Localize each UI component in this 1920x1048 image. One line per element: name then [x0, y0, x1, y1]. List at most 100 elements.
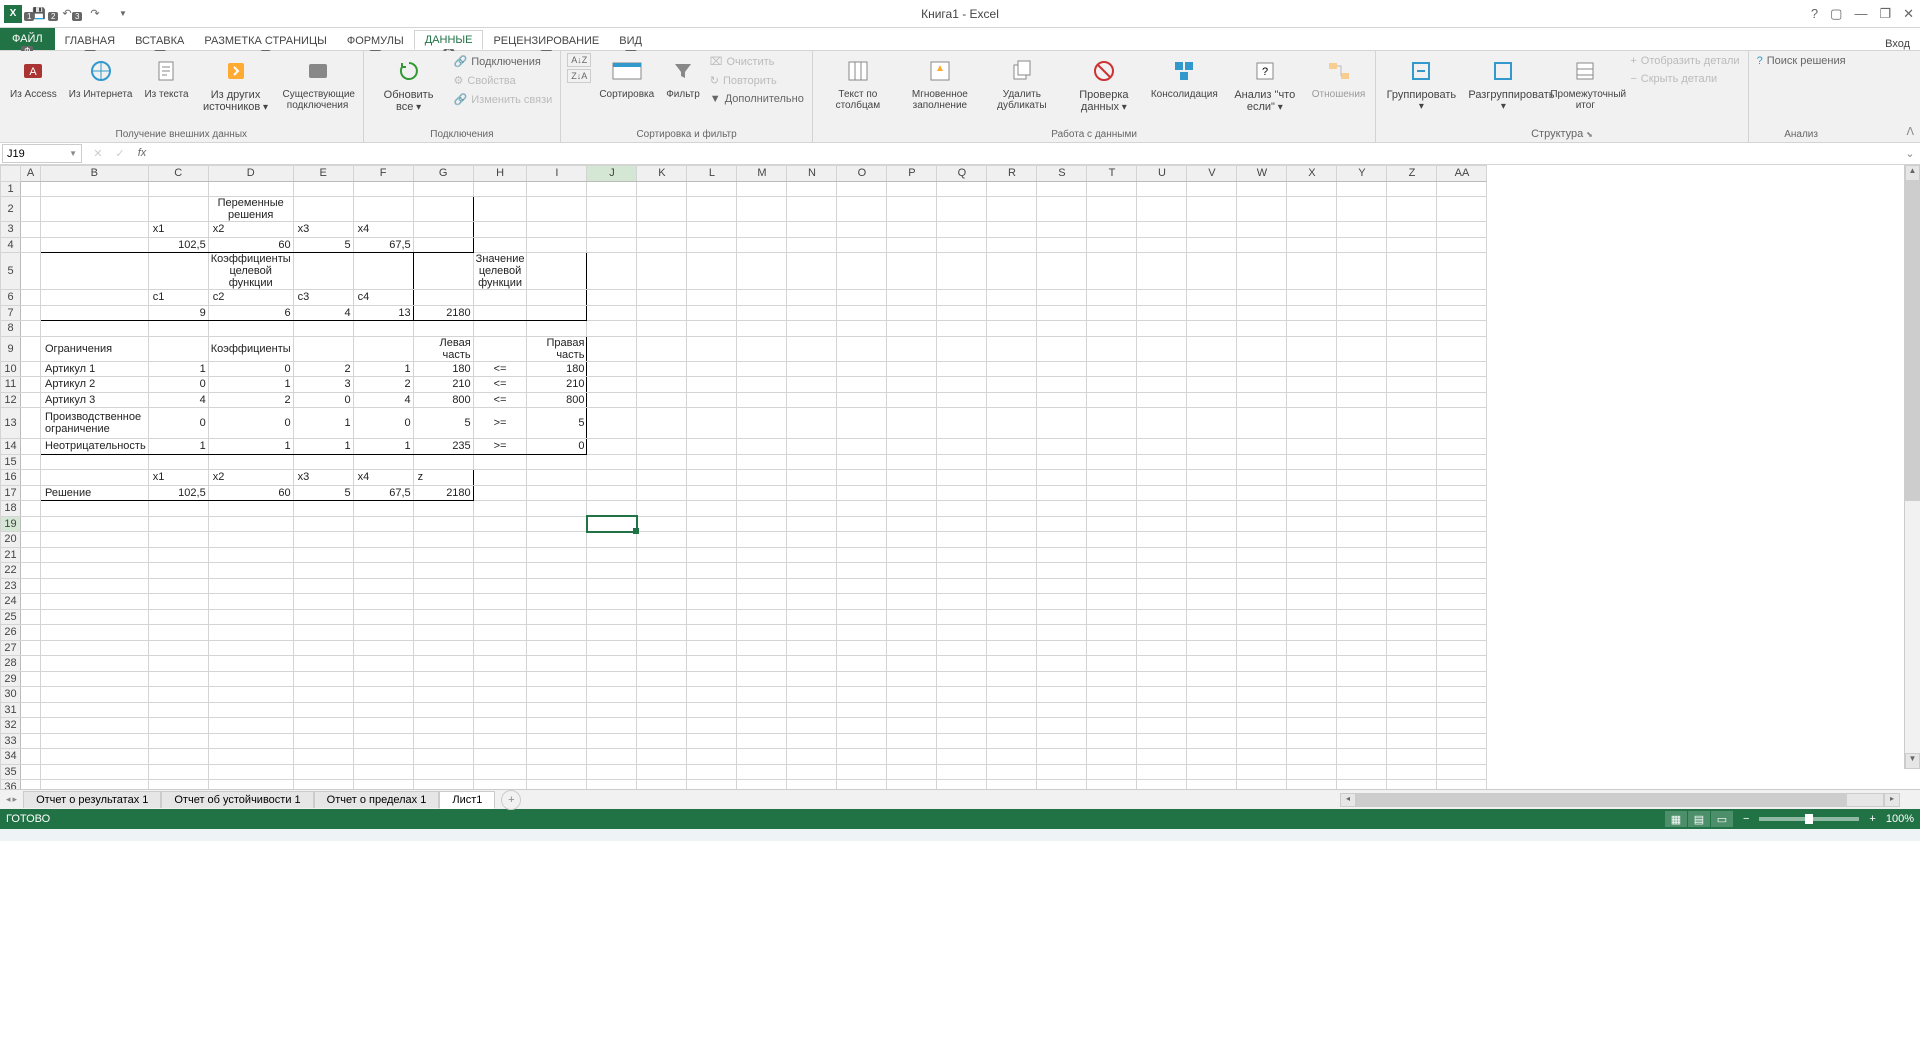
cell-Z2[interactable] [1387, 197, 1437, 222]
cell-L26[interactable] [687, 625, 737, 641]
cell-G28[interactable] [413, 656, 473, 672]
cell-I4[interactable] [527, 237, 587, 253]
cell-AA33[interactable] [1437, 733, 1487, 749]
cell-R27[interactable] [987, 640, 1037, 656]
cell-F6[interactable]: c4 [353, 290, 413, 306]
cell-S16[interactable] [1037, 470, 1087, 486]
col-header-J[interactable]: J [587, 166, 637, 182]
cell-S3[interactable] [1037, 222, 1087, 238]
cell-F2[interactable] [353, 197, 413, 222]
cell-P20[interactable] [887, 532, 937, 548]
cell-E36[interactable] [293, 780, 353, 790]
cell-T15[interactable] [1087, 454, 1137, 470]
row-header-31[interactable]: 31 [1, 702, 21, 718]
cell-N26[interactable] [787, 625, 837, 641]
cell-Q14[interactable] [937, 439, 987, 455]
cell-W23[interactable] [1237, 578, 1287, 594]
cell-X20[interactable] [1287, 532, 1337, 548]
cell-J21[interactable] [587, 547, 637, 563]
cell-L21[interactable] [687, 547, 737, 563]
cell-D26[interactable] [208, 625, 293, 641]
cell-AA27[interactable] [1437, 640, 1487, 656]
cell-B5[interactable] [41, 253, 149, 290]
cell-G31[interactable] [413, 702, 473, 718]
cell-E18[interactable] [293, 501, 353, 517]
row-header-3[interactable]: 3 [1, 222, 21, 238]
cell-O20[interactable] [837, 532, 887, 548]
advanced-filter-button[interactable]: ▼Дополнительно [708, 91, 806, 107]
cell-N28[interactable] [787, 656, 837, 672]
cell-F16[interactable]: x4 [353, 470, 413, 486]
sheet-tab[interactable]: Отчет о пределах 1 [314, 791, 440, 808]
cell-G19[interactable] [413, 516, 473, 532]
cell-N3[interactable] [787, 222, 837, 238]
cell-P31[interactable] [887, 702, 937, 718]
cell-L29[interactable] [687, 671, 737, 687]
row-header-10[interactable]: 10 [1, 361, 21, 377]
cell-L2[interactable] [687, 197, 737, 222]
row-header-20[interactable]: 20 [1, 532, 21, 548]
cell-W22[interactable] [1237, 563, 1287, 579]
cell-O27[interactable] [837, 640, 887, 656]
ribbon-options-icon[interactable]: ▢ [1830, 6, 1842, 22]
cell-O5[interactable] [837, 253, 887, 290]
cell-Y28[interactable] [1337, 656, 1387, 672]
qat-customize[interactable]: ▼ [112, 3, 134, 25]
cell-L30[interactable] [687, 687, 737, 703]
col-header-R[interactable]: R [987, 166, 1037, 182]
cell-J32[interactable] [587, 718, 637, 734]
cell-A27[interactable] [21, 640, 41, 656]
what-if-button[interactable]: ?Анализ "что если" ▾ [1226, 53, 1304, 115]
cell-L11[interactable] [687, 377, 737, 393]
cell-M32[interactable] [737, 718, 787, 734]
cell-Q30[interactable] [937, 687, 987, 703]
cell-X12[interactable] [1287, 392, 1337, 408]
text-to-columns-button[interactable]: Текст по столбцам [819, 53, 897, 113]
cell-M30[interactable] [737, 687, 787, 703]
col-header-T[interactable]: T [1087, 166, 1137, 182]
row-header-24[interactable]: 24 [1, 594, 21, 610]
row-header-35[interactable]: 35 [1, 764, 21, 780]
cell-Q5[interactable] [937, 253, 987, 290]
cell-Z18[interactable] [1387, 501, 1437, 517]
cell-D17[interactable]: 60 [208, 485, 293, 501]
cell-M24[interactable] [737, 594, 787, 610]
cell-Y14[interactable] [1337, 439, 1387, 455]
cell-A19[interactable] [21, 516, 41, 532]
cell-M2[interactable] [737, 197, 787, 222]
cell-O9[interactable] [837, 336, 887, 361]
cell-J26[interactable] [587, 625, 637, 641]
cell-S24[interactable] [1037, 594, 1087, 610]
cell-Y32[interactable] [1337, 718, 1387, 734]
cell-U15[interactable] [1137, 454, 1187, 470]
cell-A22[interactable] [21, 563, 41, 579]
cell-B13[interactable]: Производственное ограничение [41, 408, 149, 439]
cell-N13[interactable] [787, 408, 837, 439]
cell-Y23[interactable] [1337, 578, 1387, 594]
cell-S29[interactable] [1037, 671, 1087, 687]
cell-F13[interactable]: 0 [353, 408, 413, 439]
cell-C31[interactable] [148, 702, 208, 718]
cell-R15[interactable] [987, 454, 1037, 470]
col-header-L[interactable]: L [687, 166, 737, 182]
cell-R18[interactable] [987, 501, 1037, 517]
cell-G22[interactable] [413, 563, 473, 579]
col-header-AA[interactable]: AA [1437, 166, 1487, 182]
cell-P26[interactable] [887, 625, 937, 641]
cell-N20[interactable] [787, 532, 837, 548]
cell-S31[interactable] [1037, 702, 1087, 718]
cell-F20[interactable] [353, 532, 413, 548]
cell-AA13[interactable] [1437, 408, 1487, 439]
cell-R34[interactable] [987, 749, 1037, 765]
cell-U6[interactable] [1137, 290, 1187, 306]
cell-G21[interactable] [413, 547, 473, 563]
cell-O22[interactable] [837, 563, 887, 579]
row-header-13[interactable]: 13 [1, 408, 21, 439]
cell-U28[interactable] [1137, 656, 1187, 672]
cell-W36[interactable] [1237, 780, 1287, 790]
cell-V34[interactable] [1187, 749, 1237, 765]
cell-Q1[interactable] [937, 181, 987, 197]
cell-N33[interactable] [787, 733, 837, 749]
cell-G36[interactable] [413, 780, 473, 790]
cell-C23[interactable] [148, 578, 208, 594]
